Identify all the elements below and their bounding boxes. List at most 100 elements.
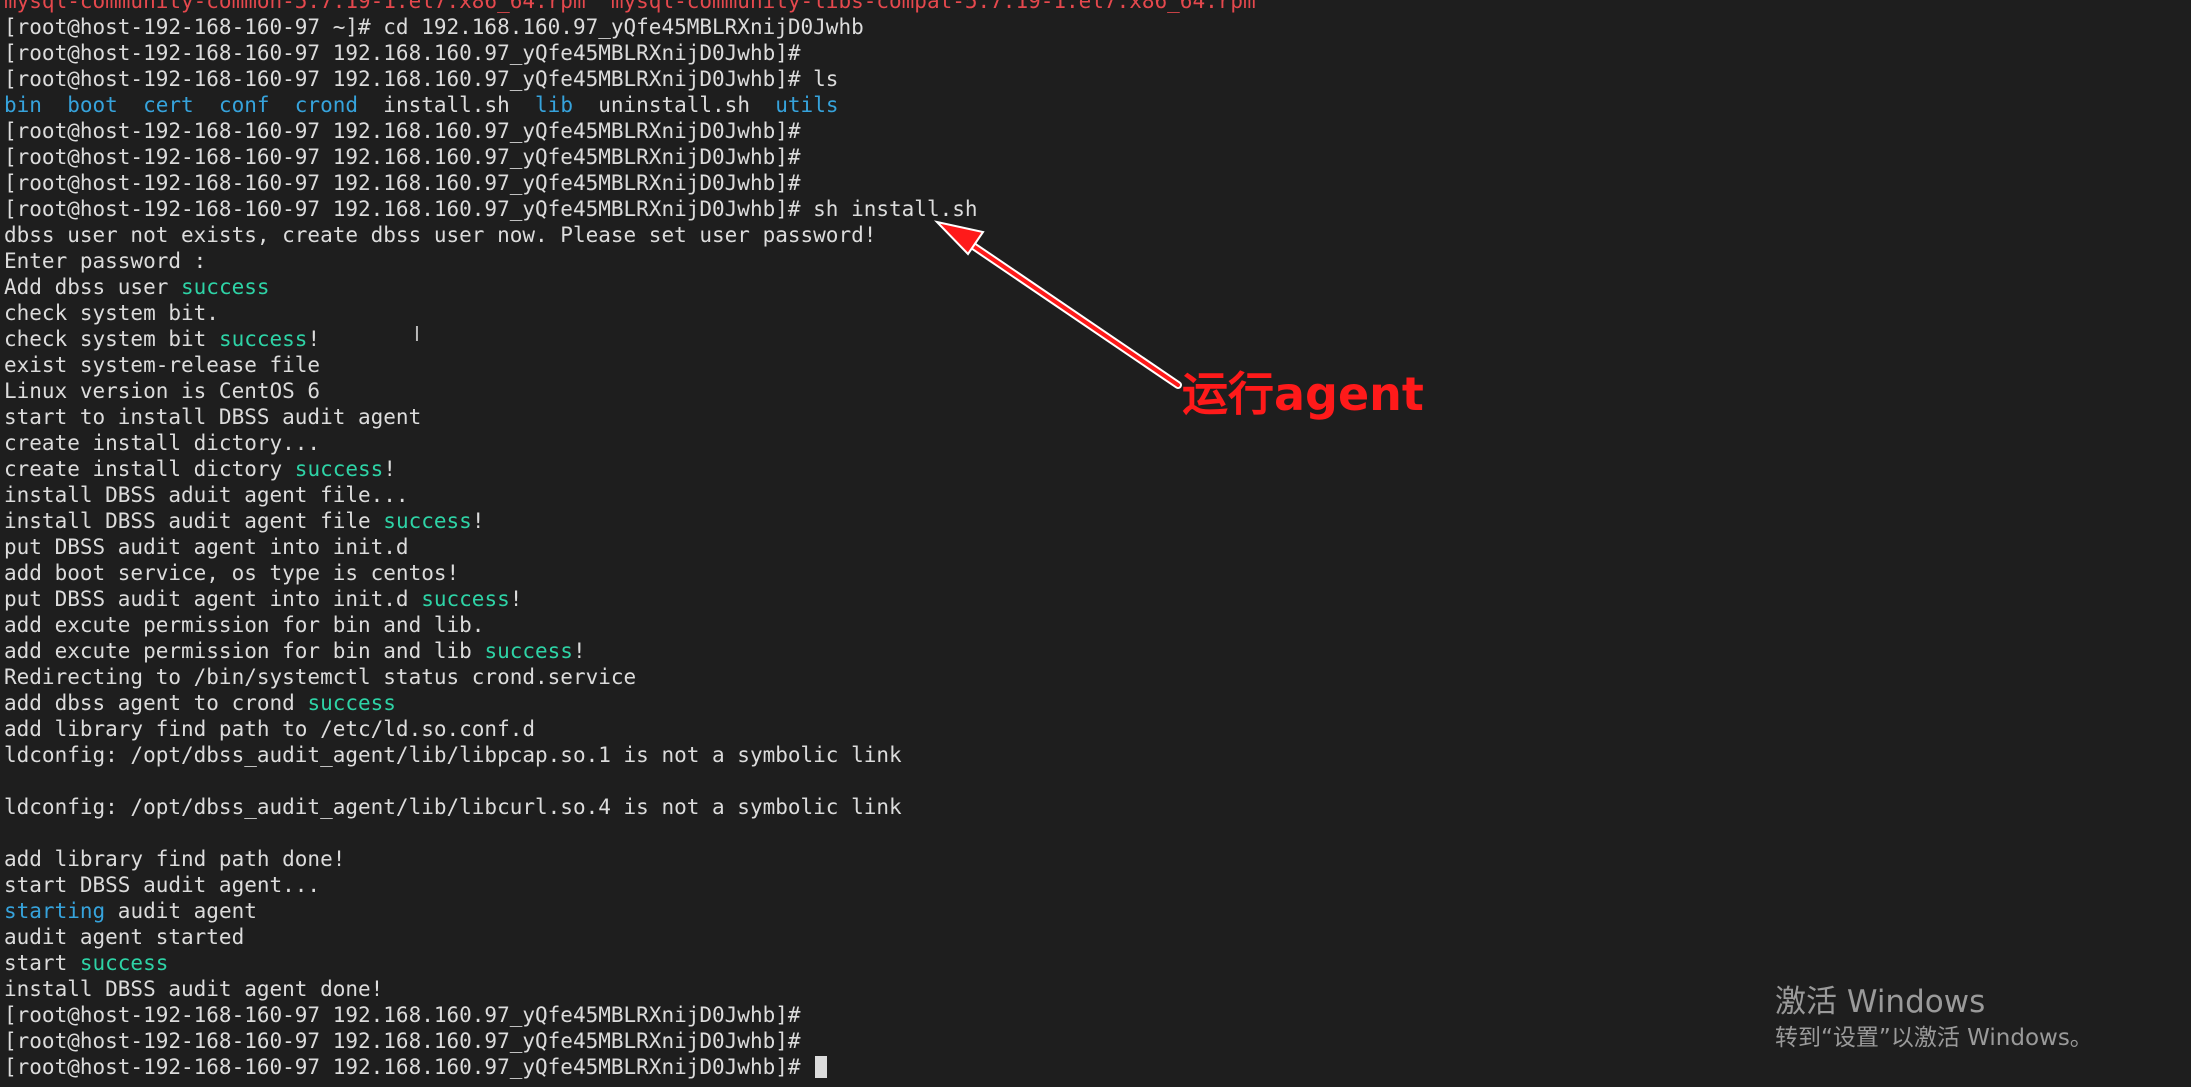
annotation-label: 运行agent bbox=[1182, 367, 1424, 421]
terminal-text: create install dictory bbox=[4, 457, 295, 481]
terminal-line: add dbss agent to crond success bbox=[4, 690, 1256, 716]
terminal-line: [root@host-192-168-160-97 192.168.160.97… bbox=[4, 144, 1256, 170]
terminal-line: [root@host-192-168-160-97 192.168.160.97… bbox=[4, 66, 1256, 92]
terminal-text: install DBSS audit agent file bbox=[4, 509, 384, 533]
terminal-window[interactable]: mysql-community-common-5.7.19-1.el7.x86_… bbox=[0, 0, 2191, 1087]
terminal-cursor bbox=[815, 1056, 828, 1078]
terminal-text: [root@host-192-168-160-97 192.168.160.97… bbox=[4, 145, 801, 169]
terminal-text: [root@host-192-168-160-97 192.168.160.97… bbox=[4, 197, 978, 221]
terminal-line: [root@host-192-168-160-97 192.168.160.97… bbox=[4, 1028, 1256, 1054]
terminal-text: create install dictory... bbox=[4, 431, 321, 455]
terminal-text: ! bbox=[509, 587, 523, 611]
terminal-text: check system bit bbox=[4, 327, 219, 351]
terminal-line: check system bit success! bbox=[4, 326, 1256, 352]
terminal-line: install DBSS audit agent done! bbox=[4, 976, 1256, 1002]
terminal-line: mysql-community-common-5.7.19-1.el7.x86_… bbox=[4, 0, 1256, 14]
terminal-line: Linux version is CentOS 6 bbox=[4, 378, 1256, 404]
terminal-line: bin boot cert conf crond install.sh lib … bbox=[4, 92, 1256, 118]
terminal-text: Redirecting to /bin/systemctl status cro… bbox=[4, 665, 637, 689]
windows-activation-watermark: 激活 Windows 转到“设置”以激活 Windows。 bbox=[1775, 982, 2093, 1054]
terminal-text: audit agent started bbox=[4, 925, 245, 949]
terminal-text: [root@host-192-168-160-97 192.168.160.97… bbox=[4, 1003, 801, 1027]
terminal-text: [root@host-192-168-160-97 192.168.160.97… bbox=[4, 119, 801, 143]
terminal-text: starting bbox=[4, 899, 106, 923]
terminal-text: add boot service, os type is centos! bbox=[4, 561, 460, 585]
terminal-text: exist system-release file bbox=[4, 353, 321, 377]
terminal-text: [root@host-192-168-160-97 192.168.160.97… bbox=[4, 1029, 801, 1053]
terminal-output[interactable]: mysql-community-common-5.7.19-1.el7.x86_… bbox=[4, 0, 1256, 1080]
terminal-line: [root@host-192-168-160-97 192.168.160.97… bbox=[4, 1054, 1256, 1080]
terminal-text: utils bbox=[775, 93, 839, 117]
terminal-line: put DBSS audit agent into init.d success… bbox=[4, 586, 1256, 612]
terminal-text: ! bbox=[572, 639, 586, 663]
terminal-text: bin boot cert conf crond bbox=[4, 93, 359, 117]
terminal-line: [root@host-192-168-160-97 192.168.160.97… bbox=[4, 40, 1256, 66]
terminal-text: [root@host-192-168-160-97 192.168.160.97… bbox=[4, 41, 801, 65]
terminal-line: dbss user not exists, create dbss user n… bbox=[4, 222, 1256, 248]
terminal-text: add dbss agent to crond bbox=[4, 691, 308, 715]
terminal-line: starting audit agent bbox=[4, 898, 1256, 924]
terminal-line: check system bit. bbox=[4, 300, 1256, 326]
terminal-text: [root@host-192-168-160-97 192.168.160.97… bbox=[4, 171, 801, 195]
terminal-text: ldconfig: /opt/dbss_audit_agent/lib/libp… bbox=[4, 743, 902, 767]
terminal-text: start bbox=[4, 951, 80, 975]
terminal-text: [root@host-192-168-160-97 192.168.160.97… bbox=[4, 67, 839, 91]
text-cursor-icon: I bbox=[414, 322, 420, 346]
terminal-line: [root@host-192-168-160-97 ~]# cd 192.168… bbox=[4, 14, 1256, 40]
terminal-text: check system bit. bbox=[4, 301, 219, 325]
terminal-line: install DBSS audit agent file success! bbox=[4, 508, 1256, 534]
terminal-text: success bbox=[484, 639, 573, 663]
terminal-text: install DBSS aduit agent file... bbox=[4, 483, 409, 507]
terminal-line: exist system-release file bbox=[4, 352, 1256, 378]
terminal-text: put DBSS audit agent into init.d bbox=[4, 587, 422, 611]
terminal-line: Add dbss user success bbox=[4, 274, 1256, 300]
terminal-text: Add dbss user bbox=[4, 275, 182, 299]
terminal-text: Enter password : bbox=[4, 249, 207, 273]
terminal-line: create install dictory... bbox=[4, 430, 1256, 456]
terminal-line: start DBSS audit agent... bbox=[4, 872, 1256, 898]
terminal-line: [root@host-192-168-160-97 192.168.160.97… bbox=[4, 170, 1256, 196]
terminal-text: ldconfig: /opt/dbss_audit_agent/lib/libc… bbox=[4, 795, 902, 819]
terminal-line: start to install DBSS audit agent bbox=[4, 404, 1256, 430]
terminal-line: Enter password : bbox=[4, 248, 1256, 274]
terminal-text: ! bbox=[383, 457, 396, 481]
terminal-text: install.sh bbox=[358, 93, 536, 117]
terminal-text: uninstall.sh bbox=[572, 93, 776, 117]
terminal-text: success bbox=[383, 509, 472, 533]
terminal-text: [root@host-192-168-160-97 ~]# cd 192.168… bbox=[4, 15, 864, 39]
terminal-text: success bbox=[307, 691, 396, 715]
terminal-line: [root@host-192-168-160-97 192.168.160.97… bbox=[4, 1002, 1256, 1028]
terminal-text: dbss user not exists, create dbss user n… bbox=[4, 223, 877, 247]
terminal-text: ! bbox=[307, 327, 321, 351]
terminal-line: add library find path done! bbox=[4, 846, 1256, 872]
terminal-line: install DBSS aduit agent file... bbox=[4, 482, 1256, 508]
terminal-line: create install dictory success! bbox=[4, 456, 1256, 482]
terminal-text: [root@host-192-168-160-97 192.168.160.97… bbox=[4, 1055, 814, 1079]
terminal-text: add library find path done! bbox=[4, 847, 346, 871]
terminal-line: ldconfig: /opt/dbss_audit_agent/lib/libc… bbox=[4, 794, 1256, 820]
terminal-text: success bbox=[181, 275, 270, 299]
terminal-line: add library find path to /etc/ld.so.conf… bbox=[4, 716, 1256, 742]
terminal-text: start DBSS audit agent... bbox=[4, 873, 321, 897]
terminal-text: add library find path to /etc/ld.so.conf… bbox=[4, 717, 536, 741]
terminal-line: start success bbox=[4, 950, 1256, 976]
terminal-text: mysql-community-common-5.7.19-1.el7.x86_… bbox=[4, 0, 1256, 13]
terminal-text: add excute permission for bin and lib bbox=[4, 639, 485, 663]
terminal-line: add excute permission for bin and lib su… bbox=[4, 638, 1256, 664]
terminal-text: success bbox=[79, 951, 169, 975]
watermark-title: 激活 Windows bbox=[1775, 984, 1986, 1020]
terminal-line: ldconfig: /opt/dbss_audit_agent/lib/libp… bbox=[4, 742, 1256, 768]
terminal-line: add excute permission for bin and lib. bbox=[4, 612, 1256, 638]
terminal-line: [root@host-192-168-160-97 192.168.160.97… bbox=[4, 196, 1256, 222]
terminal-text: ! bbox=[471, 509, 485, 533]
terminal-line: add boot service, os type is centos! bbox=[4, 560, 1256, 586]
terminal-text: lib bbox=[535, 93, 573, 117]
terminal-line: put DBSS audit agent into init.d bbox=[4, 534, 1256, 560]
terminal-line: Redirecting to /bin/systemctl status cro… bbox=[4, 664, 1256, 690]
watermark-subtitle: 转到“设置”以激活 Windows。 bbox=[1775, 1025, 2093, 1051]
terminal-text: success bbox=[421, 587, 510, 611]
terminal-text: install DBSS audit agent done! bbox=[4, 977, 384, 1001]
terminal-text: start to install DBSS audit agent bbox=[4, 405, 422, 429]
